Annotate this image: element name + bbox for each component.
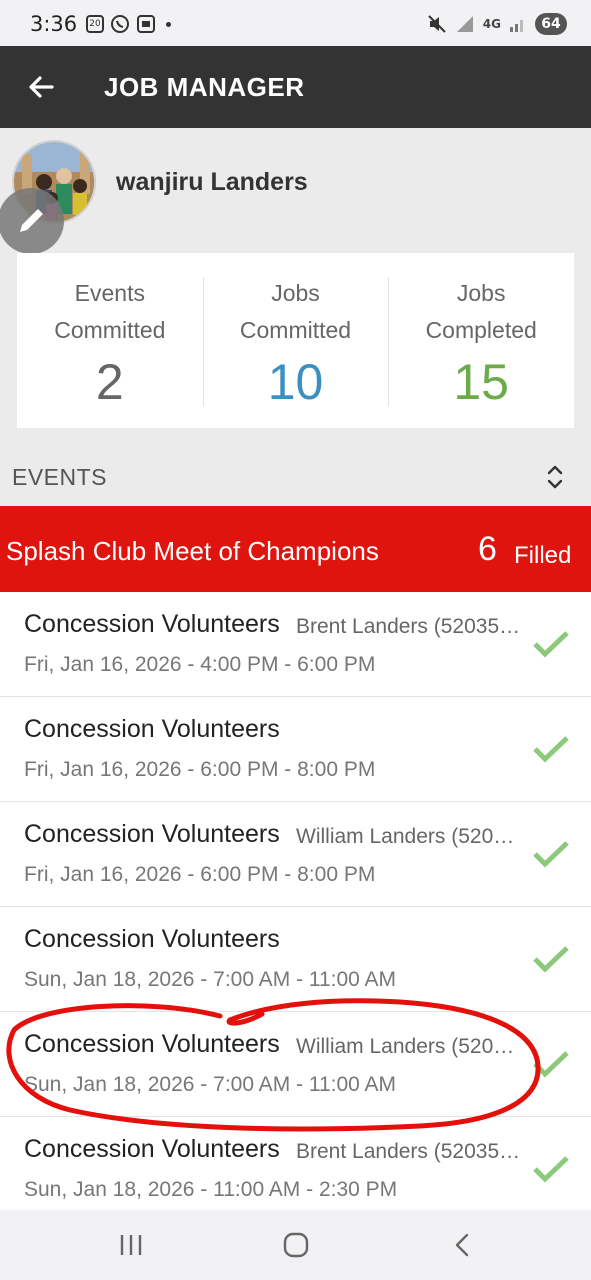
job-time: Fri, Jan 16, 2026 - 6:00 PM - 8:00 PM <box>24 863 376 886</box>
job-row[interactable]: Concession Volunteers Fri, Jan 16, 2026 … <box>0 697 591 802</box>
job-row[interactable]: Concession Volunteers Sun, Jan 18, 2026 … <box>0 907 591 1012</box>
job-assignee: William Landers (52061… <box>296 825 524 848</box>
job-title: Concession Volunteers <box>24 715 280 743</box>
event-banner[interactable]: Splash Club Meet of Champions 6 Filled <box>0 506 591 606</box>
stat-value: 10 <box>267 354 324 410</box>
job-time: Fri, Jan 16, 2026 - 6:00 PM - 8:00 PM <box>24 758 376 781</box>
status-notification-icons: 20 <box>86 14 171 34</box>
job-title: Concession Volunteers <box>24 610 280 638</box>
profile-name: wanjiru Landers <box>116 168 308 196</box>
job-time: Sun, Jan 18, 2026 - 11:00 AM - 2:30 PM <box>24 1178 398 1201</box>
job-time: Sun, Jan 18, 2026 - 7:00 AM - 11:00 AM <box>24 1073 397 1096</box>
calendar-icon: 20 <box>86 15 104 33</box>
job-row[interactable]: Concession Volunteers Brent Landers (520… <box>0 1117 591 1222</box>
events-section-label: EVENTS <box>12 464 108 490</box>
event-title: Splash Club Meet of Champions <box>6 536 379 566</box>
stat-events-committed[interactable]: Events Committed 2 <box>17 253 203 428</box>
check-icon <box>533 946 569 973</box>
check-icon <box>533 841 569 868</box>
job-title: Concession Volunteers <box>24 820 280 848</box>
filled-label: Filled <box>514 542 572 569</box>
back-icon[interactable] <box>450 1232 476 1258</box>
edit-profile-button[interactable] <box>0 188 64 254</box>
job-assignee: Brent Landers (520351… <box>296 1140 524 1163</box>
status-bar: 3:36 20 4G 64 <box>0 0 591 46</box>
app-bar: JOB MANAGER <box>0 46 591 128</box>
stat-jobs-committed[interactable]: Jobs Committed 10 <box>202 253 389 428</box>
back-arrow-icon[interactable] <box>24 70 58 104</box>
signal-x-icon <box>456 16 473 32</box>
battery-indicator: 64 <box>535 13 567 35</box>
job-time: Sun, Jan 18, 2026 - 7:00 AM - 11:00 AM <box>24 968 397 991</box>
stat-label: Jobs Completed <box>425 280 537 343</box>
screenshot-icon <box>137 15 155 33</box>
job-title: Concession Volunteers <box>24 925 280 953</box>
job-assignee: Brent Landers (520351… <box>296 615 524 638</box>
page-title: JOB MANAGER <box>104 72 305 102</box>
stat-value: 15 <box>453 354 509 410</box>
stat-value: 2 <box>95 354 124 410</box>
job-list: Concession Volunteers Brent Landers (520… <box>0 592 591 1222</box>
job-row[interactable]: Concession Volunteers William Landers (5… <box>0 1012 591 1117</box>
filled-count: 6 <box>478 530 497 568</box>
check-icon <box>533 631 569 658</box>
stat-jobs-completed[interactable]: Jobs Completed 15 <box>388 253 574 428</box>
recent-apps-icon[interactable] <box>118 1232 144 1258</box>
job-title: Concession Volunteers <box>24 1030 280 1058</box>
status-system-icons: 4G 64 <box>427 13 567 35</box>
job-row[interactable]: Concession Volunteers Brent Landers (520… <box>0 592 591 697</box>
job-row[interactable]: Concession Volunteers William Landers (5… <box>0 802 591 907</box>
sort-toggle-icon[interactable] <box>544 462 566 492</box>
profile-header: wanjiru Landers <box>0 128 591 254</box>
stat-label: Events Committed <box>54 280 166 343</box>
events-header: EVENTS <box>0 448 591 506</box>
whatsapp-icon <box>111 15 129 33</box>
check-icon <box>533 736 569 763</box>
system-nav-bar <box>0 1210 591 1280</box>
home-icon[interactable] <box>283 1232 309 1258</box>
job-time: Fri, Jan 16, 2026 - 4:00 PM - 6:00 PM <box>24 653 376 676</box>
more-notifications-dot <box>166 21 171 27</box>
stats-card: Events Committed 2 Jobs Committed 10 Job… <box>17 253 574 428</box>
pencil-icon <box>20 209 43 232</box>
network-type: 4G <box>482 17 501 31</box>
job-title: Concession Volunteers <box>24 1135 280 1163</box>
signal-icon <box>510 20 523 32</box>
mute-icon <box>428 15 446 33</box>
status-time: 3:36 <box>30 12 78 36</box>
check-icon <box>533 1156 569 1183</box>
job-assignee: William Landers (52061… <box>296 1035 524 1058</box>
stat-label: Jobs Committed <box>239 280 352 343</box>
check-icon <box>533 1051 569 1078</box>
